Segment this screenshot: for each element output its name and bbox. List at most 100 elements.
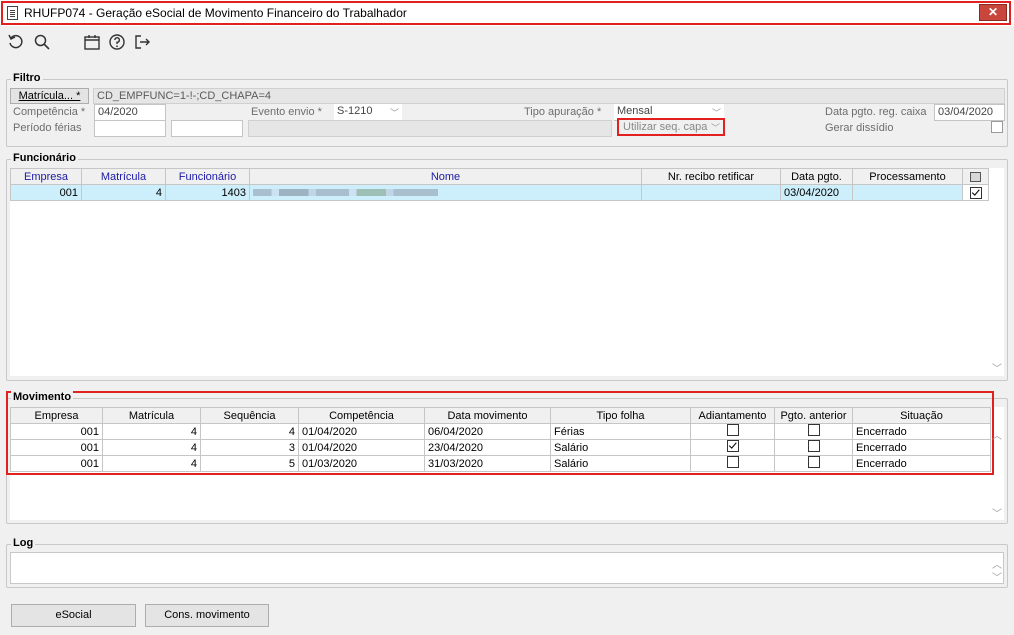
cons-movimento-button[interactable]: Cons. movimento [145,604,269,627]
log-title: Log [11,537,36,549]
cell-situacao: Encerrado [852,455,991,472]
matricula-button[interactable]: Matrícula... * [10,88,89,104]
cell-situacao: Encerrado [852,423,991,440]
funcionario-header-row: Empresa Matrícula Funcionário Nome Nr. r… [10,168,989,185]
table-row[interactable]: 001 4 1403 03/04/2020 [10,184,989,201]
cell-matricula: 4 [102,455,201,472]
table-row[interactable]: 001 4 3 01/04/2020 23/04/2020 Salário En… [10,439,991,456]
cell-sequencia: 5 [200,455,299,472]
select-all-box [970,171,981,182]
cell-empresa: 001 [10,423,103,440]
row-checkbox[interactable] [969,186,982,199]
calendar-icon[interactable] [83,33,101,51]
col-data-pgto[interactable]: Data pgto. [780,168,853,185]
cell-data-pgto: 03/04/2020 [780,184,853,201]
tipo-apuracao-label: Tipo apuração * [524,106,602,118]
exit-icon[interactable] [133,33,151,51]
table-row[interactable]: 001 4 5 01/03/2020 31/03/2020 Salário En… [10,455,991,472]
cell-situacao: Encerrado [852,439,991,456]
cell-tipo-folha: Férias [550,423,691,440]
periodo-ferias-description [248,120,612,137]
gerar-dissidio-label: Gerar dissídio [825,122,894,134]
close-button[interactable]: ✕ [979,4,1007,21]
cell-recibo [641,184,781,201]
cell-pgto-anterior[interactable] [774,455,853,472]
col-tipo-folha[interactable]: Tipo folha [550,407,691,424]
window-title: RHUFP074 - Geração eSocial de Movimento … [24,6,407,20]
cell-empresa: 001 [10,455,103,472]
periodo-ferias-label: Período férias [13,122,82,134]
check-icon [971,188,980,196]
col-empresa[interactable]: Empresa [10,168,82,185]
filtro-title: Filtro [11,72,43,84]
col-empresa[interactable]: Empresa [10,407,103,424]
matricula-field: CD_EMPFUNC=1-!-;CD_CHAPA=4 [93,88,1005,104]
cell-competencia: 01/04/2020 [298,423,425,440]
select-all-checkbox[interactable] [962,168,989,185]
scroll-up-icon[interactable]: ︿ [992,427,1002,442]
row-checkbox-cell[interactable] [962,184,989,201]
check-icon [728,442,737,449]
cell-competencia: 01/04/2020 [298,439,425,456]
col-processamento[interactable]: Processamento [852,168,963,185]
cell-matricula: 4 [102,423,201,440]
cell-sequencia: 3 [200,439,299,456]
col-adiantamento[interactable]: Adiantamento [690,407,775,424]
cell-pgto-anterior[interactable] [774,423,853,440]
cell-nome [249,184,642,201]
col-funcionario[interactable]: Funcionário [165,168,250,185]
cell-empresa: 001 [10,184,82,201]
pgto-anterior-checkbox[interactable] [807,456,820,468]
pgto-anterior-checkbox[interactable] [807,440,820,452]
undo-icon[interactable] [7,33,25,51]
utilizar-seq-capa-select[interactable]: Utilizar seq. capa ﹀ [617,118,725,136]
log-textarea[interactable] [10,552,1004,584]
document-icon [7,6,18,20]
help-icon[interactable] [108,33,126,51]
periodo-ferias-start[interactable] [94,120,166,137]
cell-matricula: 4 [81,184,166,201]
col-data-movimento[interactable]: Data movimento [424,407,551,424]
cell-tipo-folha: Salário [550,455,691,472]
cell-data-movimento: 23/04/2020 [424,439,551,456]
cell-pgto-anterior[interactable] [774,439,853,456]
scroll-down-icon[interactable]: ﹀ [992,569,1002,584]
gerar-dissidio-checkbox[interactable] [991,121,1003,133]
scroll-down-icon[interactable]: ﹀ [992,505,1002,520]
col-competencia[interactable]: Competência [298,407,425,424]
table-row[interactable]: 001 4 4 01/04/2020 06/04/2020 Férias Enc… [10,423,991,440]
adiantamento-checkbox[interactable] [726,440,739,452]
col-matricula[interactable]: Matrícula [81,168,166,185]
funcionario-table: Empresa Matrícula Funcionário Nome Nr. r… [10,168,989,201]
competencia-label: Competência * [13,106,86,118]
chevron-down-icon: ﹀ [389,108,399,118]
evento-envio-label: Evento envio * [251,106,322,118]
periodo-ferias-end[interactable] [171,120,243,137]
cell-adiantamento[interactable] [690,439,775,456]
competencia-field[interactable]: 04/2020 [94,104,166,121]
movimento-table: Empresa Matrícula Sequência Competência … [10,407,991,472]
col-situacao[interactable]: Situação [852,407,991,424]
col-pgto-anterior[interactable]: Pgto. anterior [774,407,853,424]
cell-adiantamento[interactable] [690,455,775,472]
col-nome[interactable]: Nome [249,168,642,185]
cell-matricula: 4 [102,439,201,456]
esocial-button[interactable]: eSocial [11,604,136,627]
search-icon[interactable] [33,33,51,51]
col-nr-recibo[interactable]: Nr. recibo retificar [641,168,781,185]
blurred-name [253,189,438,197]
cell-sequencia: 4 [200,423,299,440]
cell-funcionario: 1403 [165,184,250,201]
movimento-header-row: Empresa Matrícula Sequência Competência … [10,407,991,424]
cell-adiantamento[interactable] [690,423,775,440]
col-matricula[interactable]: Matrícula [102,407,201,424]
data-pgto-field[interactable]: 03/04/2020 [934,104,1005,121]
col-sequencia[interactable]: Sequência [200,407,299,424]
adiantamento-checkbox[interactable] [726,424,739,436]
evento-envio-select[interactable]: S-1210 ﹀ [334,104,402,121]
chevron-down-icon: ﹀ [710,123,720,133]
cell-data-movimento: 31/03/2020 [424,455,551,472]
scroll-down-icon[interactable]: ﹀ [992,360,1002,375]
adiantamento-checkbox[interactable] [726,456,739,468]
pgto-anterior-checkbox[interactable] [807,424,820,436]
